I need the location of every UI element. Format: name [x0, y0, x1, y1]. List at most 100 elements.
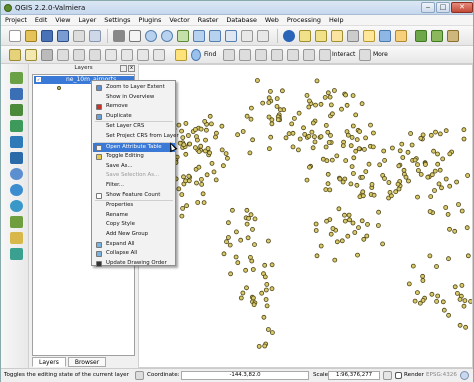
- menu-layer[interactable]: Layer: [74, 15, 100, 25]
- new-project-icon[interactable]: [9, 30, 21, 42]
- cut-features-icon[interactable]: [121, 49, 133, 61]
- label-properties-icon[interactable]: [303, 49, 315, 61]
- save-project-icon[interactable]: [41, 30, 53, 42]
- rotate-label-icon[interactable]: [271, 49, 283, 61]
- move-label-icon[interactable]: [255, 49, 267, 61]
- zoom-full-icon[interactable]: [177, 30, 189, 42]
- menu-item-duplicate[interactable]: Duplicate: [93, 112, 175, 122]
- interact-icon[interactable]: [319, 49, 331, 61]
- save-as-icon[interactable]: [57, 30, 69, 42]
- add-vector-layer-icon[interactable]: [10, 72, 23, 84]
- add-raster-layer-icon[interactable]: [10, 88, 23, 100]
- menu-item-remove[interactable]: Remove: [93, 102, 175, 112]
- show-hide-labels-icon[interactable]: [239, 49, 251, 61]
- pan-map-icon[interactable]: [113, 30, 125, 42]
- menu-item-collapse-all[interactable]: Collapse All: [93, 249, 175, 259]
- float-panel-icon[interactable]: [120, 65, 127, 72]
- messages-icon[interactable]: [460, 371, 469, 380]
- copy-features-icon[interactable]: [137, 49, 149, 61]
- find-label[interactable]: Find: [204, 51, 216, 58]
- select-features-icon[interactable]: [299, 30, 311, 42]
- add-postgis-layer-icon[interactable]: [10, 104, 23, 116]
- menu-project[interactable]: Project: [1, 15, 31, 25]
- pan-to-selection-icon[interactable]: [129, 30, 141, 42]
- add-oracle-layer-icon[interactable]: [10, 152, 23, 164]
- node-tool-icon[interactable]: [89, 49, 101, 61]
- menu-item-toggle-editing[interactable]: Toggle Editing: [93, 152, 175, 162]
- measure-icon[interactable]: [347, 30, 359, 42]
- menu-processing[interactable]: Processing: [283, 15, 325, 25]
- new-shapefile-icon[interactable]: [415, 30, 427, 42]
- zoom-out-icon[interactable]: [161, 30, 173, 42]
- menu-item-expand-all[interactable]: Expand All: [93, 240, 175, 250]
- delete-selected-icon[interactable]: [105, 49, 117, 61]
- pin-labels-icon[interactable]: [223, 49, 235, 61]
- menu-item-copy-style[interactable]: Copy Style: [93, 220, 175, 230]
- open-project-icon[interactable]: [25, 30, 37, 42]
- label-icon[interactable]: [175, 49, 187, 61]
- zoom-next-icon[interactable]: [257, 30, 269, 42]
- zoom-to-layer-icon[interactable]: [209, 30, 221, 42]
- tab-browser[interactable]: Browser: [67, 357, 107, 367]
- zoom-to-selection-icon[interactable]: [193, 30, 205, 42]
- add-wms-layer-icon[interactable]: [10, 168, 23, 180]
- add-virtual-layer-icon[interactable]: [10, 248, 23, 260]
- menu-item-zoom-to-layer-extent[interactable]: Zoom to Layer Extent: [93, 83, 175, 93]
- map-canvas[interactable]: [138, 64, 473, 368]
- menu-item-filter[interactable]: Filter...: [93, 181, 175, 191]
- maximize-button[interactable]: □: [436, 2, 450, 13]
- map-tips-icon[interactable]: [363, 30, 375, 42]
- menu-raster[interactable]: Raster: [194, 15, 223, 25]
- toggle-editing-icon[interactable]: [25, 49, 37, 61]
- menu-item-properties[interactable]: Properties: [93, 201, 175, 211]
- close-button[interactable]: ✕: [451, 2, 473, 13]
- crs-label[interactable]: EPSG:4326: [426, 372, 457, 378]
- paste-features-icon[interactable]: [153, 49, 165, 61]
- add-raster-icon[interactable]: [447, 30, 459, 42]
- coordinate-toggle-icon[interactable]: [135, 371, 144, 380]
- add-wcs-layer-icon[interactable]: [10, 184, 23, 196]
- identify-features-icon[interactable]: [283, 30, 295, 42]
- menu-item-open-attribute-table[interactable]: Open Attribute Table: [93, 142, 175, 153]
- menu-item-show-in-overview[interactable]: Show in Overview: [93, 93, 175, 103]
- current-edits-icon[interactable]: [9, 49, 21, 61]
- menu-view[interactable]: View: [51, 15, 74, 25]
- menu-web[interactable]: Web: [261, 15, 283, 25]
- add-mssql-layer-icon[interactable]: [10, 136, 23, 148]
- text-annotation-icon[interactable]: [395, 30, 407, 42]
- menu-item-set-project-crs-from-layer[interactable]: Set Project CRS from Layer: [93, 132, 179, 142]
- scale-field[interactable]: 1:96,376,277: [328, 371, 380, 380]
- change-label-icon[interactable]: [287, 49, 299, 61]
- new-gpx-layer-icon[interactable]: [10, 232, 23, 244]
- zoom-native-icon[interactable]: [225, 30, 237, 42]
- close-panel-icon[interactable]: x: [128, 65, 135, 72]
- menu-item-add-new-group[interactable]: Add New Group: [93, 230, 175, 240]
- add-spatialite-layer-icon[interactable]: [10, 120, 23, 132]
- layer-visibility-checkbox[interactable]: ✓: [36, 77, 41, 82]
- zoom-last-icon[interactable]: [241, 30, 253, 42]
- add-feature-icon[interactable]: [57, 49, 69, 61]
- interact-label[interactable]: Interact: [332, 51, 355, 58]
- deselect-icon[interactable]: [331, 30, 343, 42]
- select-by-expression-icon[interactable]: [315, 30, 327, 42]
- menu-database[interactable]: Database: [222, 15, 261, 25]
- more-icon[interactable]: [359, 49, 371, 61]
- add-vector-icon[interactable]: [431, 30, 443, 42]
- add-wfs-layer-icon[interactable]: [10, 200, 23, 212]
- stop-render-icon[interactable]: [383, 371, 392, 380]
- coordinate-field[interactable]: -144.3,82.0: [181, 371, 309, 380]
- menu-item-update-drawing-order[interactable]: Update Drawing Order: [93, 259, 175, 269]
- find-icon[interactable]: [191, 49, 201, 61]
- bookmark-icon[interactable]: [379, 30, 391, 42]
- tab-layers[interactable]: Layers: [32, 357, 66, 367]
- composer-manager-icon[interactable]: [89, 30, 101, 42]
- move-feature-icon[interactable]: [73, 49, 85, 61]
- more-label[interactable]: More: [373, 51, 388, 58]
- menu-item-rename[interactable]: Rename: [93, 211, 175, 221]
- print-composer-icon[interactable]: [73, 30, 85, 42]
- add-delimited-text-icon[interactable]: [10, 216, 23, 228]
- menu-item-set-layer-crs[interactable]: Set Layer CRS: [93, 122, 175, 132]
- zoom-in-icon[interactable]: [145, 30, 157, 42]
- render-checkbox[interactable]: [395, 372, 402, 379]
- menu-vector[interactable]: Vector: [165, 15, 193, 25]
